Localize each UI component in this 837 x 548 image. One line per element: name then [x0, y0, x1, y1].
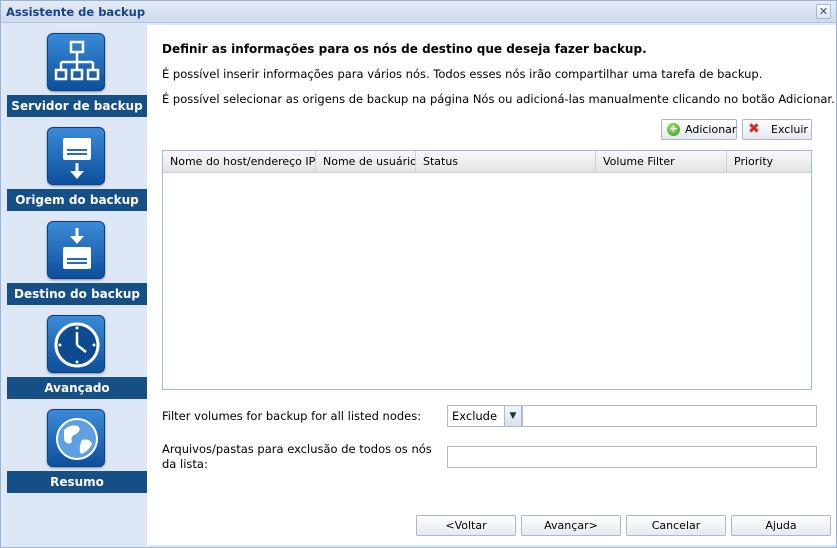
cancel-button[interactable]: Cancelar [626, 515, 726, 536]
column-header-username[interactable]: Nome de usuário [316, 151, 416, 173]
wizard-steps-sidebar: Servidor de backup Origem do backup Dest… [7, 25, 147, 543]
network-nodes-icon [47, 33, 105, 91]
add-button[interactable]: + Adicionar [661, 119, 737, 140]
filter-mode-select[interactable]: Exclude ▼ [447, 405, 522, 427]
column-header-host[interactable]: Nome do host/endereço IP [163, 151, 316, 173]
delete-button[interactable]: ✖ Excluir [742, 119, 812, 140]
title-bar: Assistente de backup ✕ [1, 1, 836, 23]
page-title: Definir as informações para os nós de de… [162, 42, 647, 56]
clock-icon [47, 315, 105, 373]
help-button[interactable]: Ajuda [731, 515, 831, 536]
step-label: Resumo [7, 471, 147, 493]
main-panel: Definir as informações para os nós de de… [147, 25, 836, 545]
exclusion-input[interactable] [447, 446, 817, 468]
step-servidor-de-backup[interactable]: Servidor de backup [7, 29, 147, 123]
description-text: É possível inserir informações para vári… [162, 67, 763, 81]
step-avancado[interactable]: Avançado [7, 311, 147, 405]
column-header-volume-filter[interactable]: Volume Filter [596, 151, 727, 173]
disk-import-icon [47, 221, 105, 279]
table-header: Nome do host/endereço IP Nome de usuário… [163, 151, 811, 173]
step-label: Servidor de backup [7, 95, 147, 117]
nodes-table[interactable]: Nome do host/endereço IP Nome de usuário… [162, 150, 812, 390]
exclusion-label: Arquivos/pastas para exclusão de todos o… [162, 442, 432, 471]
step-label: Avançado [7, 377, 147, 399]
add-button-label: Adicionar [685, 123, 737, 136]
next-button[interactable]: Avançar> [521, 515, 621, 536]
column-header-priority[interactable]: Priority [727, 151, 811, 173]
delete-button-label: Excluir [771, 123, 808, 136]
plus-icon: + [667, 122, 680, 136]
filter-volumes-input[interactable] [522, 405, 817, 427]
disk-export-icon [47, 127, 105, 185]
filter-mode-value: Exclude [452, 409, 498, 423]
backup-wizard-window: Assistente de backup ✕ Servidor de backu… [0, 0, 837, 548]
globe-icon [47, 409, 105, 467]
chevron-down-icon[interactable]: ▼ [504, 406, 521, 426]
step-origem-do-backup[interactable]: Origem do backup [7, 123, 147, 217]
close-icon[interactable]: ✕ [816, 4, 831, 19]
step-label: Origem do backup [7, 189, 147, 211]
step-resumo[interactable]: Resumo [7, 405, 147, 499]
step-label: Destino do backup [7, 283, 147, 305]
delete-x-icon: ✖ [748, 121, 760, 137]
step-destino-do-backup[interactable]: Destino do backup [7, 217, 147, 311]
back-button[interactable]: <Voltar [416, 515, 516, 536]
description-text: É possível selecionar as origens de back… [162, 92, 835, 106]
filter-volumes-label: Filter volumes for backup for all listed… [162, 409, 422, 423]
window-title: Assistente de backup [6, 5, 146, 19]
column-header-status[interactable]: Status [416, 151, 596, 173]
